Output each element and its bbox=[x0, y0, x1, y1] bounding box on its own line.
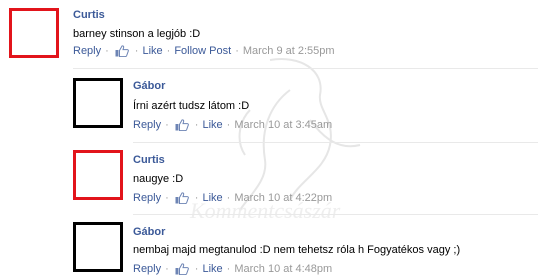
comment-actions: Reply · · Like · Follow Post · March 9 a… bbox=[73, 45, 335, 57]
thumbs-up-icon[interactable] bbox=[175, 192, 189, 204]
like-link[interactable]: Like bbox=[202, 119, 222, 131]
comment-text: barney stinson a legjób :D bbox=[73, 28, 201, 40]
separator: · bbox=[226, 119, 231, 131]
separator: · bbox=[226, 263, 231, 275]
like-link[interactable]: Like bbox=[202, 263, 222, 275]
divider bbox=[73, 68, 538, 69]
like-link[interactable]: Like bbox=[142, 45, 162, 57]
reply-link[interactable]: Reply bbox=[133, 263, 161, 275]
separator: · bbox=[194, 192, 199, 204]
separator: · bbox=[165, 192, 169, 204]
separator: · bbox=[166, 45, 171, 57]
reply-link[interactable]: Reply bbox=[133, 192, 161, 204]
divider bbox=[133, 214, 538, 215]
comment-actions: Reply · · Like · March 10 at 4:48pm bbox=[133, 263, 332, 275]
divider bbox=[133, 142, 538, 143]
comment-actions: Reply · · Like · March 10 at 3:45am bbox=[133, 119, 332, 131]
comment-timestamp[interactable]: March 10 at 3:45am bbox=[234, 119, 332, 131]
separator: · bbox=[235, 45, 239, 57]
comment-timestamp[interactable]: March 10 at 4:22pm bbox=[234, 192, 332, 204]
comment-timestamp[interactable]: March 9 at 2:55pm bbox=[243, 45, 335, 57]
avatar[interactable] bbox=[73, 222, 123, 272]
separator: · bbox=[194, 119, 199, 131]
comment-author[interactable]: Curtis bbox=[133, 154, 165, 166]
comment-author[interactable]: Gábor bbox=[133, 80, 165, 92]
comment-text: naugye :D bbox=[133, 173, 184, 185]
thumbs-up-icon[interactable] bbox=[115, 45, 129, 57]
comment-actions: Reply · · Like · March 10 at 4:22pm bbox=[133, 192, 332, 204]
comment-thread: Kommentcsászár Curtis barney stinson a l… bbox=[0, 0, 538, 279]
thumbs-up-icon[interactable] bbox=[175, 263, 189, 275]
avatar[interactable] bbox=[9, 8, 59, 58]
separator: · bbox=[226, 192, 231, 204]
comment-text: nembaj majd megtanulod :D nem tehetsz ró… bbox=[133, 244, 461, 256]
comment-author[interactable]: Curtis bbox=[73, 9, 105, 21]
avatar[interactable] bbox=[73, 150, 123, 200]
separator: · bbox=[105, 45, 109, 57]
comment-timestamp[interactable]: March 10 at 4:48pm bbox=[234, 263, 332, 275]
thumbs-up-icon[interactable] bbox=[175, 119, 189, 131]
reply-link[interactable]: Reply bbox=[133, 119, 161, 131]
separator: · bbox=[194, 263, 199, 275]
reply-link[interactable]: Reply bbox=[73, 45, 101, 57]
follow-post-link[interactable]: Follow Post bbox=[174, 45, 231, 57]
like-link[interactable]: Like bbox=[202, 192, 222, 204]
separator: · bbox=[134, 45, 139, 57]
avatar[interactable] bbox=[73, 78, 123, 128]
comment-text: Írni azért tudsz látom :D bbox=[133, 100, 250, 112]
separator: · bbox=[165, 119, 169, 131]
separator: · bbox=[165, 263, 169, 275]
comment-author[interactable]: Gábor bbox=[133, 226, 165, 238]
